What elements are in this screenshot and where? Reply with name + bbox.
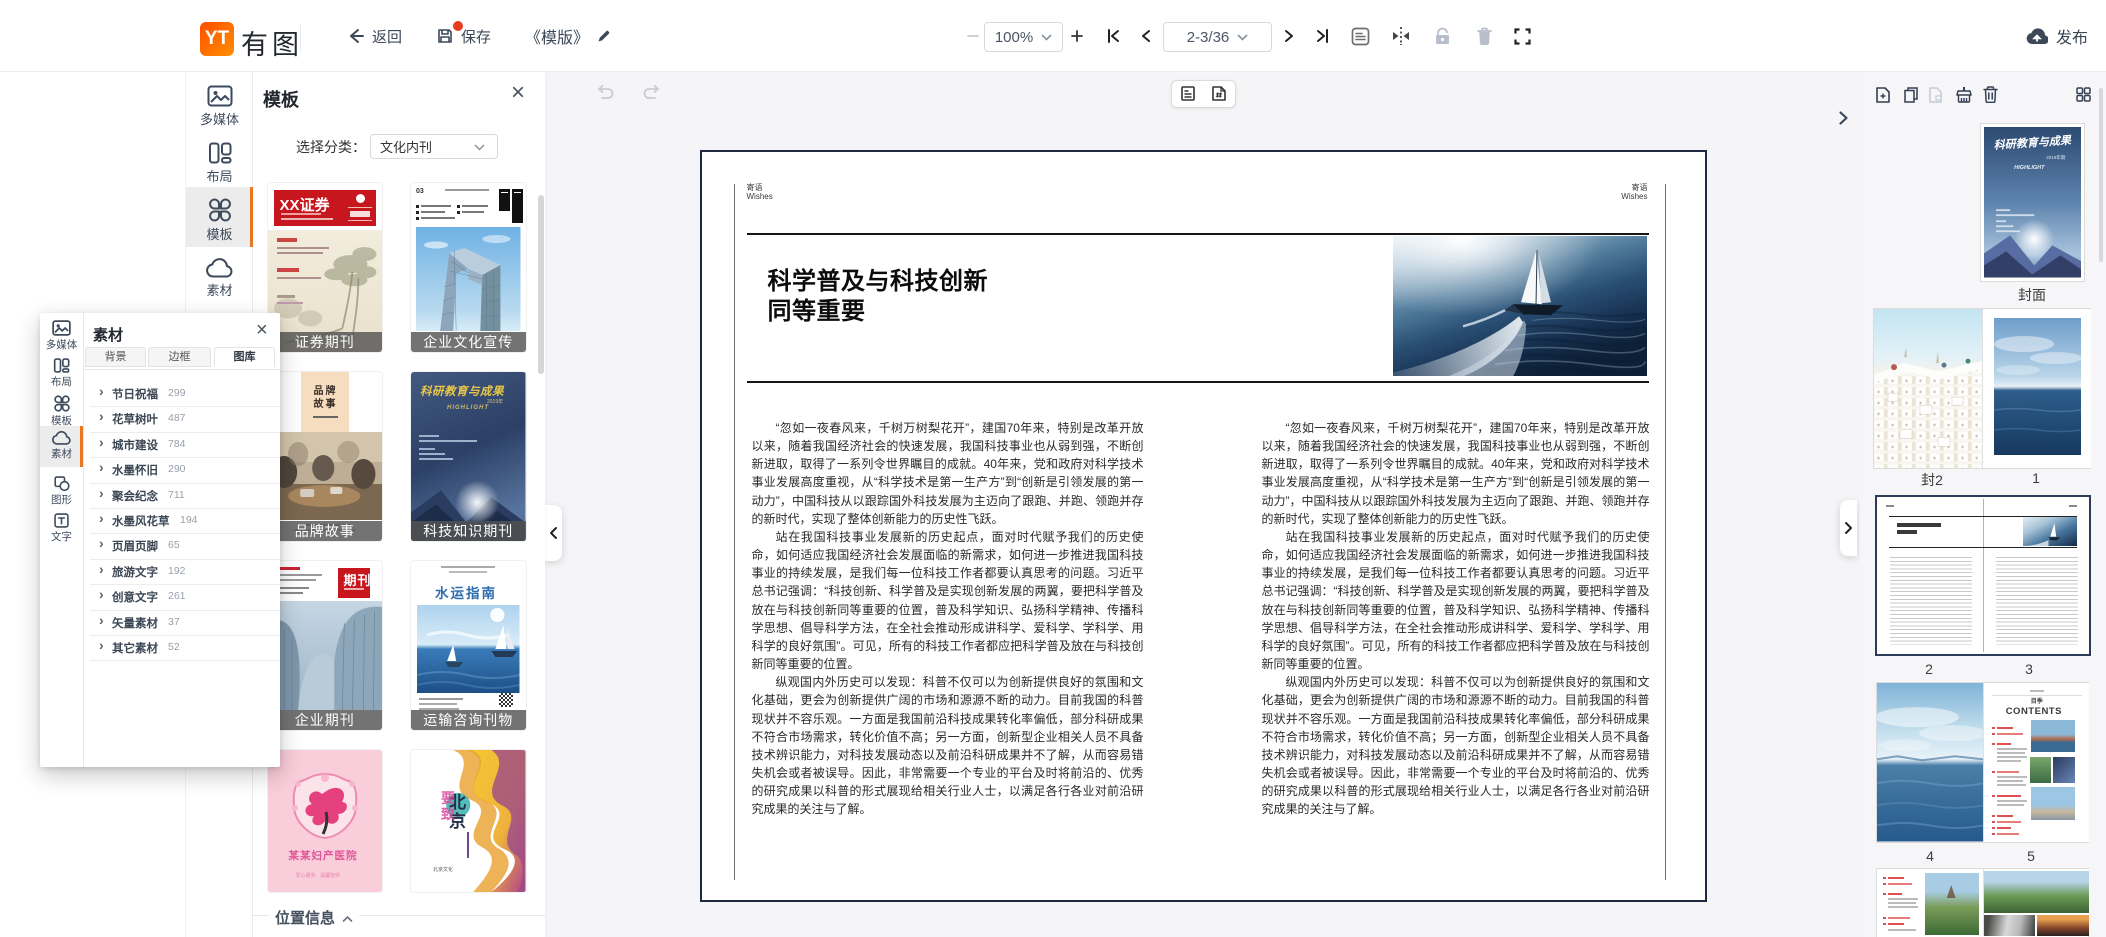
svg-text:HIGHLIGHT: HIGHLIGHT bbox=[2014, 165, 2045, 171]
svg-text:2019年期: 2019年期 bbox=[2046, 154, 2066, 161]
